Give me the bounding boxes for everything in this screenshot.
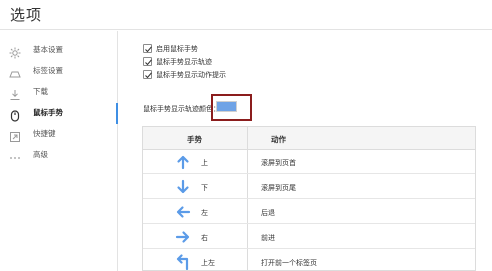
gesture-action: 打开前一个标签页 — [261, 259, 317, 267]
gesture-action: 滚屏到页首 — [261, 159, 296, 167]
gesture-action: 前进 — [261, 234, 275, 242]
sidebar-item-label: 基本设置 — [33, 45, 63, 54]
sidebar-item-basic-settings[interactable]: 基本设置 — [0, 40, 117, 61]
option-label: 启用鼠标手势 — [156, 45, 198, 53]
gesture-name: 右 — [201, 234, 208, 242]
page-title: 选项 — [10, 6, 43, 24]
table-row[interactable]: 左 后退 — [143, 200, 475, 224]
sidebar-item-label: 高级 — [33, 150, 48, 159]
shortcut-icon — [9, 128, 21, 142]
sidebar-item-tab-settings[interactable]: 标签设置 — [0, 61, 117, 82]
column-header-gesture: 手势 — [187, 135, 202, 144]
gesture-action: 后退 — [261, 209, 275, 217]
gesture-name: 下 — [201, 184, 208, 192]
gesture-name: 左 — [201, 209, 208, 217]
table-header: 手势 动作 — [143, 127, 475, 150]
option-label: 鼠标手势显示轨迹 — [156, 58, 212, 66]
trail-color-swatch[interactable] — [216, 101, 237, 112]
sidebar-item-shortcuts[interactable]: 快捷键 — [0, 124, 117, 145]
sidebar-item-label: 鼠标手势 — [33, 108, 63, 117]
arrow-up-icon — [175, 154, 191, 170]
sidebar-item-advanced[interactable]: 高级 — [0, 145, 117, 166]
gesture-name: 上 — [201, 159, 208, 167]
gesture-table: 手势 动作 上 滚屏到页首 下 滚屏到页尾 左 后退 右 前进 上左 打开前一个… — [142, 126, 476, 271]
tab-icon — [9, 65, 21, 78]
sidebar-item-label: 标签设置 — [33, 66, 63, 75]
table-row[interactable]: 下 滚屏到页尾 — [143, 175, 475, 199]
gear-icon — [9, 44, 21, 59]
download-icon — [9, 86, 21, 100]
table-row[interactable]: 上 滚屏到页首 — [143, 150, 475, 174]
arrow-up-left-icon — [175, 254, 191, 271]
trail-color-label: 鼠标手势显示轨迹颜色： — [143, 105, 220, 113]
arrow-right-icon — [175, 229, 191, 245]
header: 选项 — [0, 0, 492, 30]
column-header-action: 动作 — [271, 135, 286, 144]
more-icon — [9, 149, 21, 161]
sidebar-item-download[interactable]: 下载 — [0, 82, 117, 103]
show-trail-checkbox[interactable] — [143, 57, 152, 66]
gesture-action: 滚屏到页尾 — [261, 184, 296, 192]
mouse-icon — [9, 107, 21, 122]
gesture-name: 上左 — [201, 259, 215, 267]
arrow-left-icon — [175, 204, 191, 220]
table-row[interactable]: 右 前进 — [143, 225, 475, 249]
sidebar-item-label: 下载 — [33, 87, 48, 96]
option-label: 鼠标手势显示动作提示 — [156, 71, 226, 79]
sidebar: 基本设置 标签设置 下载 鼠标手势 快捷键 高级 — [0, 31, 118, 271]
table-row[interactable]: 上左 打开前一个标签页 — [143, 250, 475, 271]
enable-gestures-checkbox[interactable] — [143, 44, 152, 53]
show-action-hint-checkbox[interactable] — [143, 70, 152, 79]
sidebar-item-mouse-gestures[interactable]: 鼠标手势 — [0, 103, 118, 124]
arrow-down-icon — [175, 179, 191, 195]
sidebar-item-label: 快捷键 — [33, 129, 56, 138]
